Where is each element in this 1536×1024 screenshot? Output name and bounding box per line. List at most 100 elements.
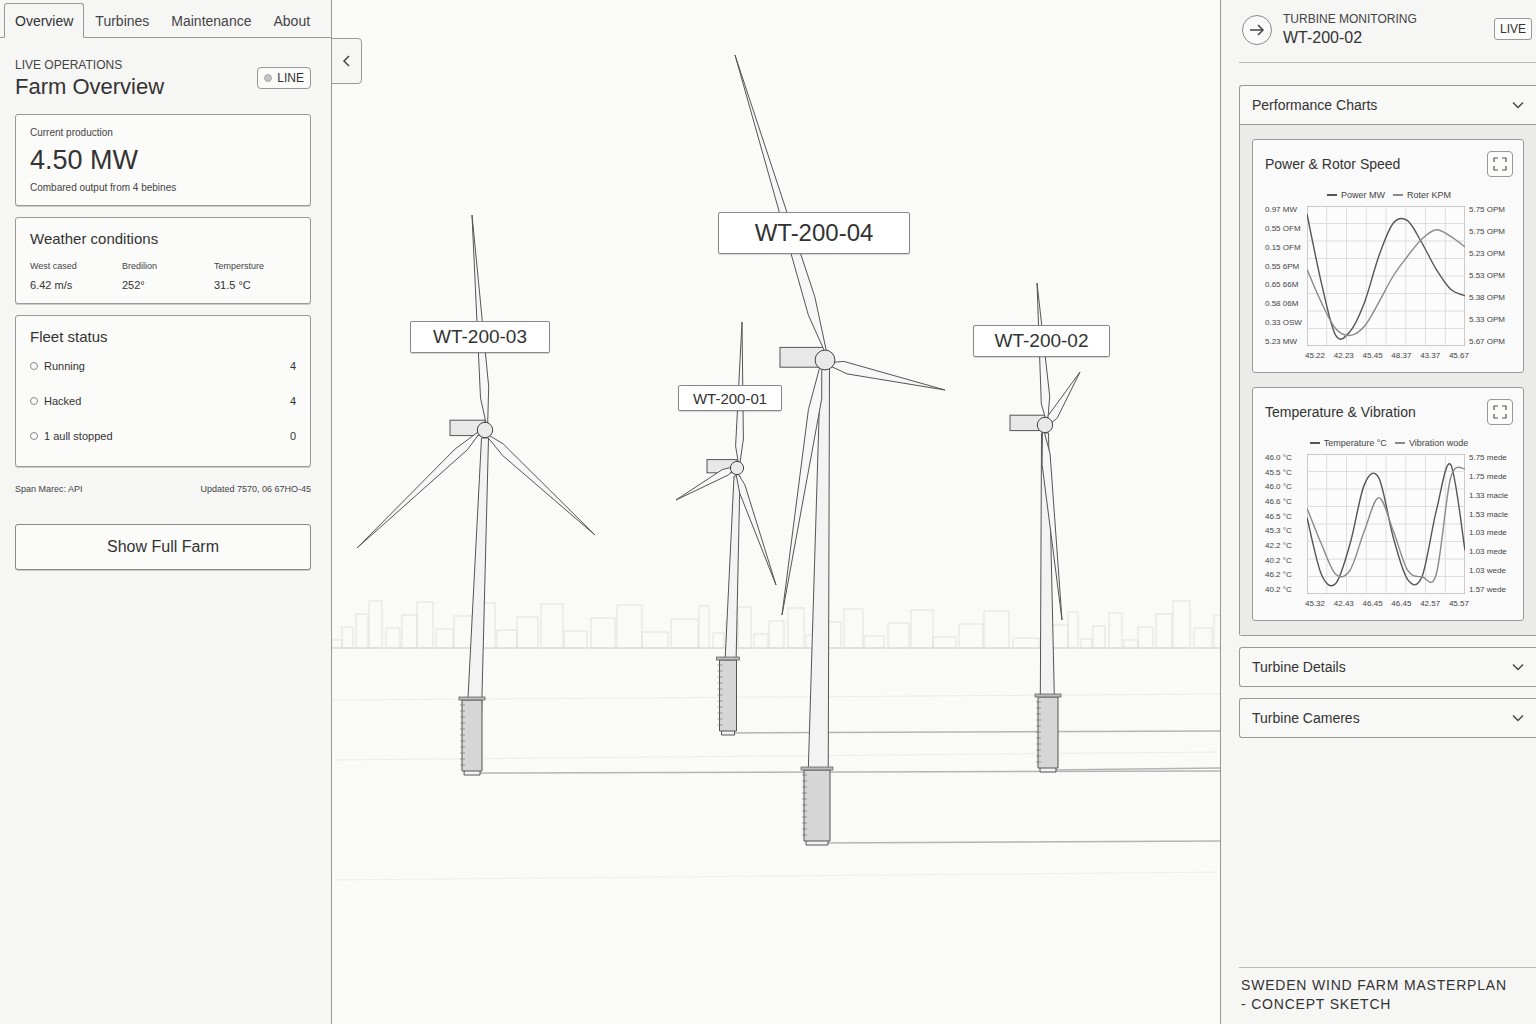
status-dot-icon <box>264 74 272 82</box>
ladder-rung <box>1036 744 1041 745</box>
grid-line <box>1307 471 1465 472</box>
ladder-rung <box>718 701 723 702</box>
plot-row: 0.97 MW0.55 OFM0.15 OFM0.55 6PM0.65 66M0… <box>1265 206 1513 346</box>
fleet-count: 0 <box>290 430 296 442</box>
axis-tick: 45.22 <box>1305 351 1325 360</box>
ladder-rung <box>802 805 807 806</box>
blade <box>1042 425 1062 620</box>
turbine[interactable] <box>357 215 1220 775</box>
axis-tick: 48.37 <box>1391 351 1411 360</box>
axis-tick: 5.75 OPM <box>1469 206 1513 214</box>
building <box>671 619 698 648</box>
ladder-rung <box>1036 750 1041 751</box>
ladder-rung <box>460 711 465 712</box>
chart-header: Temperature & Vibration <box>1265 398 1513 426</box>
arrow-right-icon[interactable] <box>1241 14 1273 46</box>
chart-header: Power & Rotor Speed <box>1265 150 1513 178</box>
axis-tick: 43.37 <box>1420 351 1440 360</box>
building <box>369 601 382 648</box>
ladder-rung <box>718 725 723 726</box>
app-root: OverviewTurbinesMaintenanceAbout LIVE OPE… <box>0 0 1536 1024</box>
axis-tick: 5.53 OPM <box>1469 272 1513 280</box>
weather-title: Weather conditions <box>30 230 296 247</box>
axis-tick: 5.23 MW <box>1265 338 1304 346</box>
axis-tick: 5.38 OPM <box>1469 294 1513 302</box>
hub <box>477 422 492 437</box>
accordion-section: Turbine Details <box>1239 647 1536 687</box>
platform <box>717 657 740 660</box>
building <box>844 609 863 648</box>
fleet-count: 4 <box>290 360 296 372</box>
hub <box>1037 417 1052 432</box>
series-line <box>1307 230 1465 336</box>
accordion-header[interactable]: Performance Charts <box>1240 86 1536 124</box>
ladder-rung <box>802 829 807 830</box>
live-badge: LIVE <box>1494 18 1532 40</box>
ladder-rung <box>802 793 807 794</box>
building <box>436 629 453 648</box>
ladder-rung <box>460 735 465 736</box>
fleet-row: Running4 <box>30 349 296 384</box>
fleet-title: Fleet status <box>30 328 296 345</box>
axis-tick: 45.3 °C <box>1265 527 1304 535</box>
building <box>454 616 472 648</box>
turbine[interactable] <box>735 55 1220 845</box>
turbine-label[interactable]: WT-200-01 <box>678 385 782 411</box>
legend-line-icon <box>1327 194 1337 196</box>
scene-canvas[interactable]: WT-200-03 WT-200-04 WT-200-01 WT-200-02 <box>332 0 1220 1024</box>
ground-line <box>332 872 1220 880</box>
expand-button[interactable] <box>1487 399 1513 425</box>
expand-button[interactable] <box>1487 151 1513 177</box>
building <box>642 632 668 648</box>
collapse-button[interactable] <box>332 38 362 84</box>
legend-item: Roter KPM <box>1393 190 1451 200</box>
axis-tick: 1.03 mede <box>1469 548 1513 556</box>
ground-line <box>332 694 1220 700</box>
tab[interactable]: About <box>262 3 321 38</box>
platform <box>1035 694 1061 697</box>
chevron-down-icon <box>1510 97 1526 113</box>
building <box>1138 627 1153 648</box>
tab[interactable]: Turbines <box>84 3 160 38</box>
caption-line: - CONCEPT SKETCH <box>1241 995 1532 1014</box>
skyline <box>332 601 1220 648</box>
grid-line <box>1307 241 1465 242</box>
axis-tick: 40.2 °C <box>1265 586 1304 594</box>
tower-shadow <box>1048 768 1220 770</box>
weather-grid: West cased6.42 m/sBredilion252°Temperstu… <box>30 261 296 291</box>
blade <box>676 466 736 500</box>
accordion-header[interactable]: Turbine Details <box>1240 648 1536 686</box>
fleet-row: 1 aull stopped0 <box>30 419 296 454</box>
accordion-header[interactable]: Turbine Cameres <box>1240 699 1536 737</box>
tab[interactable]: Overview <box>4 3 84 38</box>
left-panel: OverviewTurbinesMaintenanceAbout LIVE OPE… <box>0 0 332 1024</box>
ladder-rung <box>718 713 723 714</box>
x-axis: 45.3242.4346.4546.4542.5745.57 <box>1305 599 1469 608</box>
turbine-label[interactable]: WT-200-04 <box>718 212 910 254</box>
tab[interactable]: Maintenance <box>160 3 262 38</box>
turbine-label[interactable]: WT-200-03 <box>410 321 550 353</box>
wind-farm-scene <box>332 0 1220 1024</box>
ladder-rung <box>460 723 465 724</box>
legend-item: Vibration wode <box>1395 438 1468 448</box>
building <box>1109 613 1122 648</box>
building <box>497 630 517 648</box>
ladder-rung <box>1036 708 1041 709</box>
chart-card: Temperature & VibrationTemperature °CVib… <box>1252 387 1524 621</box>
ladder-rung <box>802 781 807 782</box>
ladder-rung <box>802 811 807 812</box>
turbine[interactable] <box>676 322 1220 735</box>
ladder-rung <box>802 787 807 788</box>
building <box>713 633 724 648</box>
weather-value: 6.42 m/s <box>30 279 122 291</box>
overview-heading: LIVE OPERATIONSFarm Overview <box>15 58 164 100</box>
axis-tick: 1.57 wede <box>1469 586 1513 594</box>
show-full-farm-button[interactable]: Show Full Farm <box>15 524 311 570</box>
data-source-row: Span Marec: APIUpdated 7570, 06 67HO-45 <box>15 484 311 494</box>
axis-tick: 45.45 <box>1363 351 1383 360</box>
turbine-id: WT-200-02 <box>1283 29 1417 47</box>
y-axis-left: 0.97 MW0.55 OFM0.15 OFM0.55 6PM0.65 66M0… <box>1265 206 1307 346</box>
updated-time: Updated 7570, 06 67HO-45 <box>200 484 311 494</box>
production-card: Current production4.50 MWCombared output… <box>15 114 311 206</box>
turbine-label[interactable]: WT-200-02 <box>973 325 1110 357</box>
